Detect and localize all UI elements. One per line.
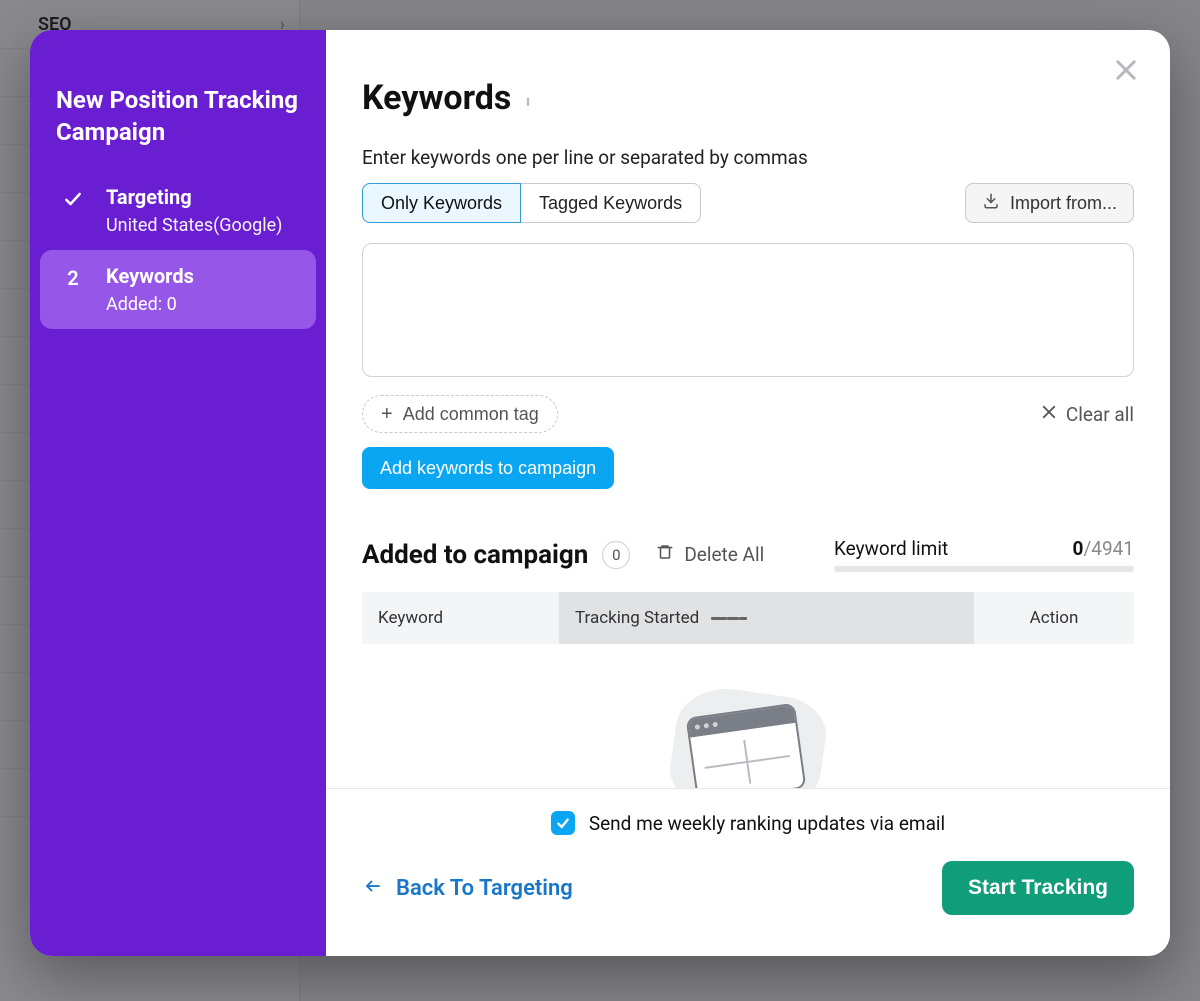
sort-icon [711,615,747,622]
import-from-button[interactable]: Import from... [965,183,1134,223]
col-tracking-started[interactable]: Tracking Started [559,592,974,644]
clear-all-button[interactable]: Clear all [1040,403,1134,426]
col-action[interactable]: Action [974,592,1134,644]
modal-sidebar-title: New Position Tracking Campaign [30,84,326,171]
limit-progress-bar [834,566,1134,572]
step-targeting[interactable]: Targeting United States(Google) [40,171,316,250]
step-sub: Added: 0 [106,294,194,315]
back-to-targeting-link[interactable]: Back To Targeting [362,876,573,901]
limit-total: /4941 [1083,537,1134,560]
keywords-table: Keyword Tracking Started Action [362,592,1134,644]
tab-only-keywords[interactable]: Only Keywords [362,183,521,223]
trash-icon [656,542,674,567]
weekly-updates-label: Send me weekly ranking updates via email [589,812,945,835]
modal-sidebar: New Position Tracking Campaign Targeting… [30,30,326,956]
step-sub: United States(Google) [106,215,282,236]
limit-label: Keyword limit [834,537,948,560]
close-icon [1040,403,1058,426]
arrow-left-icon [362,876,384,901]
limit-used: 0 [1073,537,1084,560]
info-icon[interactable] [521,78,535,118]
keyword-limit: Keyword limit 0/4941 [834,537,1134,572]
tab-tagged-keywords[interactable]: Tagged Keywords [521,183,701,223]
close-button[interactable] [1106,50,1146,90]
modal-main: Keywords Enter keywords one per line or … [326,30,1170,956]
add-keywords-button[interactable]: Add keywords to campaign [362,447,614,489]
add-common-tag-button[interactable]: + Add common tag [362,395,558,433]
weekly-updates-checkbox[interactable] [551,811,575,835]
added-count-badge: 0 [602,541,630,569]
col-keyword[interactable]: Keyword [362,592,559,644]
step-number: 2 [58,264,88,290]
step-label: Keywords [106,264,194,288]
modal-footer: Send me weekly ranking updates via email… [326,788,1170,956]
start-tracking-button[interactable]: Start Tracking [942,861,1134,915]
check-icon [58,185,88,209]
keyword-mode-segmented: Only Keywords Tagged Keywords [362,183,701,223]
step-keywords[interactable]: 2 Keywords Added: 0 [40,250,316,329]
added-heading: Added to campaign [362,540,588,570]
page-title: Keywords [362,78,1134,118]
keywords-textarea[interactable] [362,243,1134,377]
download-icon [982,192,1000,215]
step-label: Targeting [106,185,282,209]
plus-icon: + [381,404,393,424]
intro-text: Enter keywords one per line or separated… [362,146,1134,169]
position-tracking-modal: New Position Tracking Campaign Targeting… [30,30,1170,956]
delete-all-button[interactable]: Delete All [656,542,764,567]
